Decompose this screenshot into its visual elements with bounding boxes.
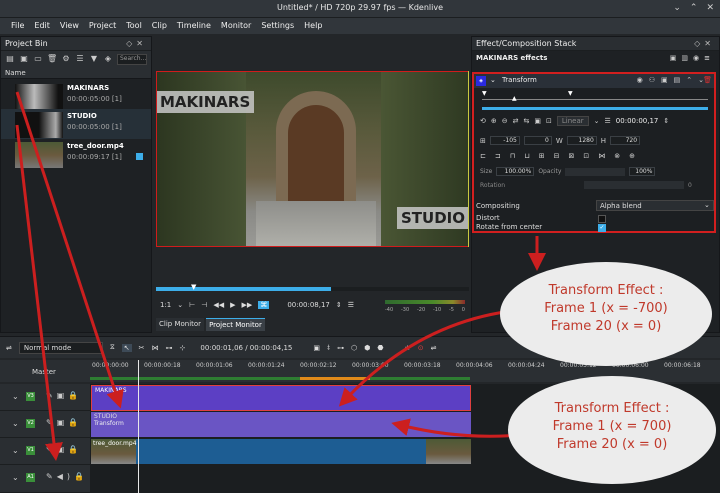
annotation-line: Transform Effect : bbox=[548, 283, 664, 298]
arrow-studio bbox=[15, 124, 63, 461]
annotation-line: Frame 1 (x = -700) bbox=[544, 301, 668, 316]
annotation-line: Frame 1 (x = 700) bbox=[552, 419, 672, 434]
annotation-line: Transform Effect : bbox=[554, 401, 670, 416]
annotation-bubble-top: Transform Effect : Frame 1 (x = -700) Fr… bbox=[500, 262, 712, 366]
arrow-bottom-bubble bbox=[391, 418, 521, 438]
arrow-top-bubble bbox=[338, 308, 521, 407]
annotation-line: Frame 20 (x = 0) bbox=[550, 319, 662, 334]
annotation-bubble-bottom: Transform Effect : Frame 1 (x = 700) Fra… bbox=[508, 376, 716, 484]
annotation-line: Frame 20 (x = 0) bbox=[556, 437, 668, 452]
